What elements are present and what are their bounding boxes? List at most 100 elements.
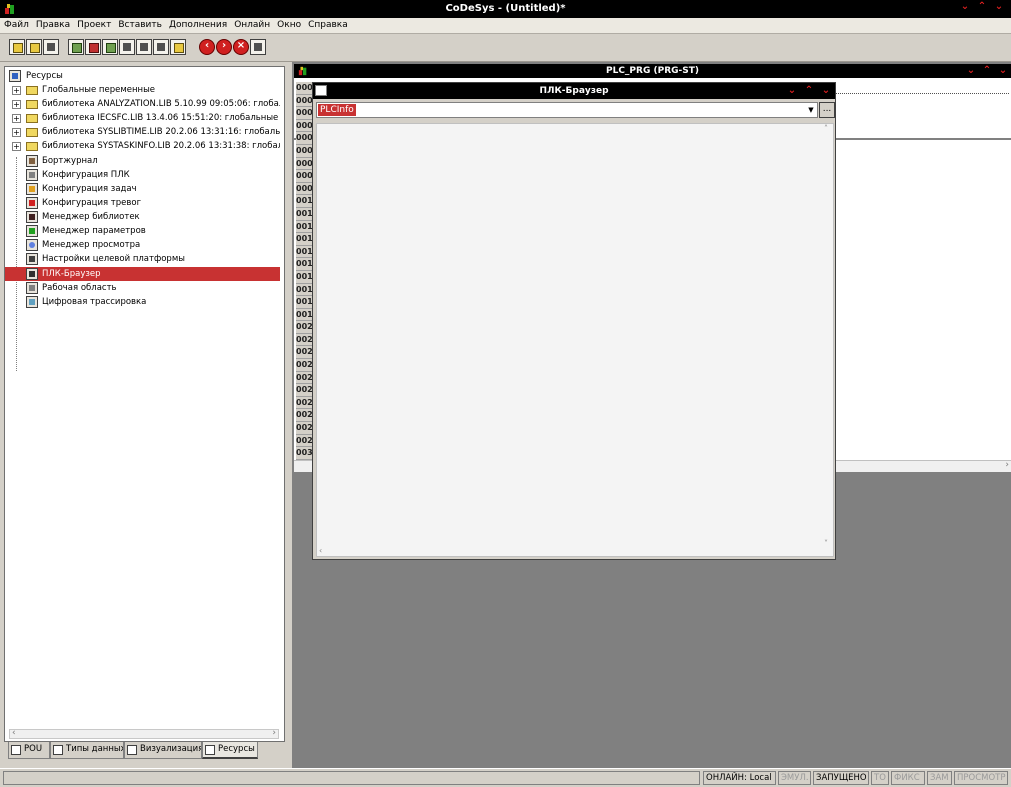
line-number: 0008 <box>296 170 312 183</box>
tree-item-library-manager[interactable]: Менеджер библиотек <box>5 210 280 224</box>
tree-item-plc-browser[interactable]: ПЛК-Браузер <box>5 267 280 281</box>
browser-maximize-button[interactable]: ⌃ <box>802 83 816 99</box>
folder-icon <box>26 114 38 123</box>
login-icon[interactable] <box>68 39 84 55</box>
tab-label: Типы данных <box>66 744 124 754</box>
window-menu-icon[interactable] <box>315 85 327 96</box>
minimize-button[interactable]: ⌄ <box>958 1 972 12</box>
print-icon[interactable] <box>250 39 266 55</box>
menu-bar: Файл Правка Проект Вставить Дополнения Онлайн… <box>0 18 1011 34</box>
menu-project[interactable]: Проект <box>73 18 114 30</box>
prg-maximize-button[interactable]: ⌃ <box>980 64 994 78</box>
status-emulation: ЭМУЛ. <box>778 771 811 785</box>
tree-item-label: Менеджер библиотек <box>42 212 140 222</box>
browser-output-area[interactable]: ˄ ˅ ‹ <box>316 123 834 557</box>
expand-icon[interactable]: + <box>12 114 21 123</box>
line-number: 0015 <box>296 258 312 271</box>
line-number: 0006 <box>296 144 312 158</box>
organizer-tabs: POU Типы данных Визуализация Ресурсы <box>8 742 288 760</box>
trace-icon[interactable] <box>170 39 186 55</box>
tree-item-label: Конфигурация задач <box>42 184 137 194</box>
stop-icon[interactable] <box>85 39 101 55</box>
expand-icon[interactable]: + <box>12 86 21 95</box>
prg-minimize-button[interactable]: ⌄ <box>964 64 978 78</box>
tree-folder-analyzation[interactable]: + библиотека ANALYZATION.LIB 5.10.99 09:… <box>5 97 280 111</box>
output-horizontal-scrollbar[interactable]: ‹ <box>319 546 824 556</box>
expand-icon[interactable]: + <box>12 100 21 109</box>
tree-item-digital-trace[interactable]: Цифровая трассировка <box>5 295 280 309</box>
forward-icon[interactable]: › <box>216 39 232 55</box>
tree-root[interactable]: Ресурсы <box>5 69 280 83</box>
run-icon[interactable] <box>102 39 118 55</box>
save-icon[interactable] <box>43 39 59 55</box>
menu-help[interactable]: Справка <box>304 18 351 30</box>
scroll-left-icon[interactable]: ‹ <box>319 546 322 555</box>
scroll-right-icon[interactable]: › <box>1005 460 1009 470</box>
menu-file[interactable]: Файл <box>0 18 32 30</box>
tree-item-target-settings[interactable]: Настройки целевой платформы <box>5 252 280 266</box>
browser-close-button[interactable]: ⌄ <box>819 83 833 99</box>
expand-icon[interactable]: + <box>12 128 21 137</box>
tree-item-alarm-config[interactable]: Конфигурация тревог <box>5 196 280 210</box>
status-to: ТО <box>871 771 889 785</box>
tree-item-watch-manager[interactable]: Менеджер просмотра <box>5 238 280 252</box>
line-number: 0019 <box>296 308 312 322</box>
tree-item-parameter-manager[interactable]: Менеджер параметров <box>5 224 280 238</box>
plc-config-icon <box>26 169 38 181</box>
tree-folder-label: библиотека SYSLIBTIME.LIB 20.2.06 13:31:… <box>42 127 280 137</box>
tree-horizontal-scrollbar[interactable]: ‹ › <box>9 728 279 739</box>
line-number: 0005 <box>296 132 312 145</box>
breakpoint-icon[interactable] <box>136 39 152 55</box>
tree-item-logbook[interactable]: Бортжурнал <box>5 154 280 168</box>
line-number: 0002 <box>296 94 312 108</box>
tree-item-workspace[interactable]: Рабочая область <box>5 281 280 295</box>
window-title: CoDeSys - (Untitled)* <box>445 3 566 14</box>
line-number: 0014 <box>296 245 312 259</box>
tree-folder-iecsfc[interactable]: + библиотека IECSFC.LIB 13.4.06 15:51:20… <box>5 111 280 125</box>
maximize-button[interactable]: ⌃ <box>975 1 989 12</box>
scroll-down-icon[interactable]: ˅ <box>824 539 828 548</box>
cancel-icon[interactable]: × <box>233 39 249 55</box>
plc-prg-title-bar[interactable]: PLC_PRG (PRG-ST) ⌄ ⌃ ⌄ <box>294 64 1011 78</box>
chevron-down-icon[interactable]: ▼ <box>805 103 817 117</box>
step-icon[interactable] <box>119 39 135 55</box>
status-view: ПРОСМОТР <box>954 771 1008 785</box>
prg-close-button[interactable]: ⌄ <box>996 64 1010 78</box>
browser-minimize-button[interactable]: ⌄ <box>785 83 799 99</box>
tree-folder-globals[interactable]: + Глобальные переменные <box>5 83 280 97</box>
tree-folder-syslibtime[interactable]: + библиотека SYSLIBTIME.LIB 20.2.06 13:3… <box>5 125 280 139</box>
tab-data-types[interactable]: Типы данных <box>50 742 124 759</box>
plc-browser-window: ПЛК-Браузер ⌄ ⌃ ⌄ PLCInfo ▼ ... ˄ ˅ ‹ <box>312 82 836 560</box>
back-icon[interactable]: ‹ <box>199 39 215 55</box>
logout-icon[interactable] <box>153 39 169 55</box>
tab-pou[interactable]: POU <box>8 742 50 759</box>
status-running: ЗАПУЩЕНО <box>813 771 869 785</box>
command-browse-button[interactable]: ... <box>819 102 835 118</box>
tab-resources[interactable]: Ресурсы <box>202 742 258 759</box>
scroll-left-icon[interactable]: ‹ <box>12 728 16 738</box>
menu-online[interactable]: Онлайн <box>230 18 273 30</box>
menu-window[interactable]: Окно <box>273 18 304 30</box>
tab-label: Визуализация <box>140 744 202 754</box>
tree-item-plc-config[interactable]: Конфигурация ПЛК <box>5 168 280 182</box>
line-number: 0010 <box>296 195 312 208</box>
scroll-right-icon[interactable]: › <box>272 728 276 738</box>
line-number: 0016 <box>296 270 312 284</box>
menu-insert[interactable]: Вставить <box>114 18 165 30</box>
task-config-icon <box>26 183 38 195</box>
tree-item-label: Менеджер параметров <box>42 226 146 236</box>
output-vertical-scrollbar[interactable]: ˄ ˅ <box>823 124 833 556</box>
tab-visualization[interactable]: Визуализация <box>124 742 202 759</box>
open-icon[interactable] <box>26 39 42 55</box>
command-input[interactable]: PLCInfo ▼ <box>316 102 818 118</box>
scroll-up-icon[interactable]: ˄ <box>824 124 828 133</box>
new-icon[interactable] <box>9 39 25 55</box>
expand-icon[interactable]: + <box>12 142 21 151</box>
tree-folder-systaskinfo[interactable]: + библиотека SYSTASKINFO.LIB 20.2.06 13:… <box>5 139 280 153</box>
line-number: 0022 <box>296 346 312 360</box>
menu-edit[interactable]: Правка <box>32 18 73 30</box>
plc-browser-title-bar[interactable]: ПЛК-Браузер ⌄ ⌃ ⌄ <box>313 83 835 99</box>
tree-item-task-config[interactable]: Конфигурация задач <box>5 182 280 196</box>
close-button[interactable]: ⌄ <box>992 1 1006 12</box>
menu-extras[interactable]: Дополнения <box>165 18 230 30</box>
